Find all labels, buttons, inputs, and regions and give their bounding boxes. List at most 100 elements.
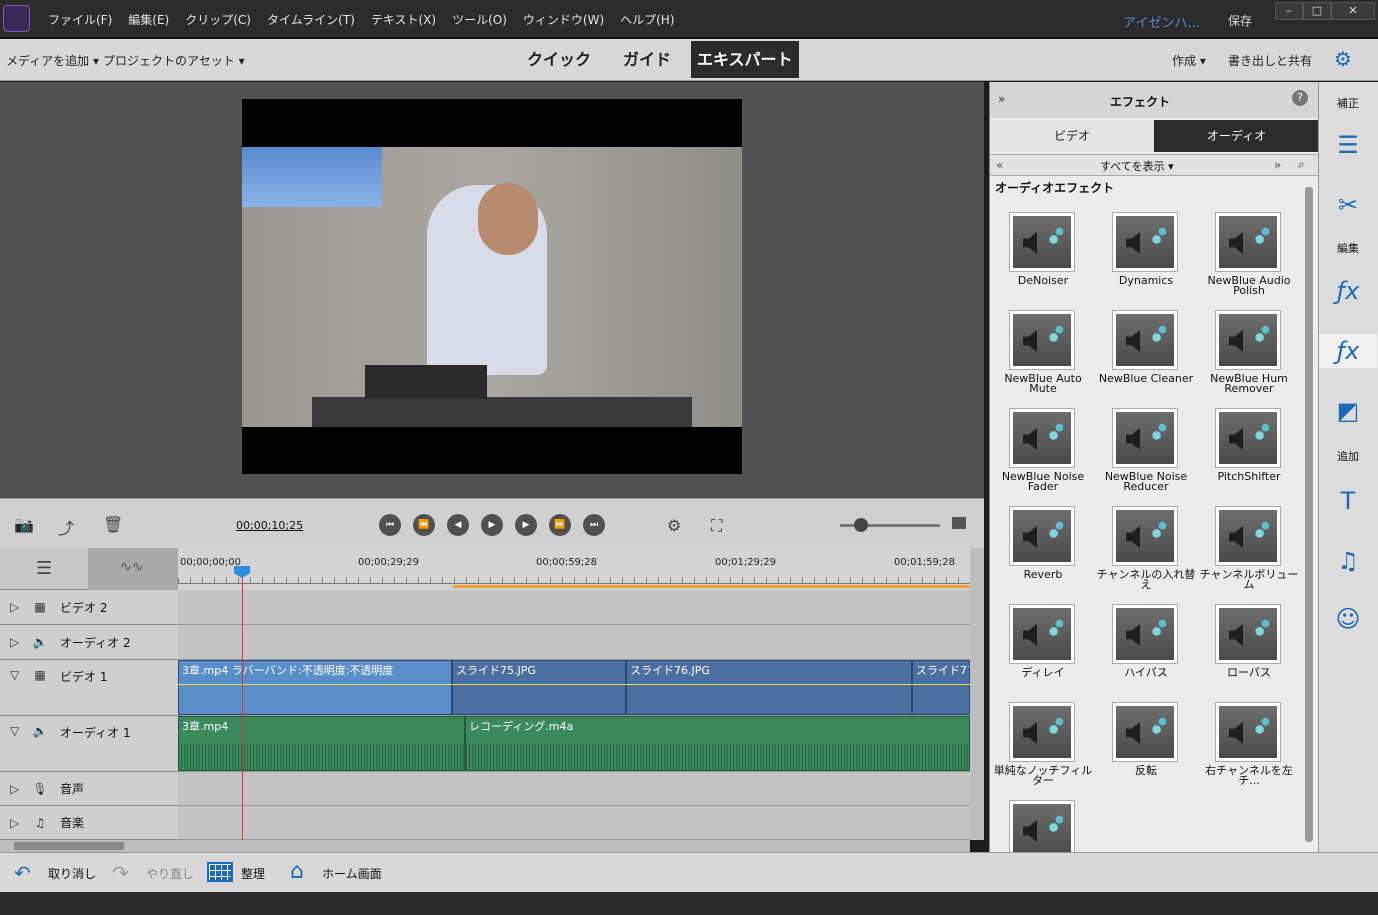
timeline-horizontal-scrollbar[interactable]: [0, 840, 970, 852]
clip-slide-77[interactable]: スライド77.J: [912, 660, 970, 715]
next-icon[interactable]: »: [1274, 158, 1281, 172]
track-audio-1[interactable]: ▽ 🔈 オーディオ 1: [0, 716, 178, 772]
lane-audio-1[interactable]: 3章.mp4 レコーディング.m4a: [178, 716, 970, 772]
lane-music[interactable]: [178, 806, 970, 840]
playhead[interactable]: [242, 566, 243, 840]
tab-video-effects[interactable]: ビデオ: [990, 120, 1154, 152]
graphics-icon[interactable]: ☺: [1331, 602, 1365, 636]
add-media-button[interactable]: メディアを追加 ▾: [6, 52, 99, 69]
lane-narration[interactable]: [178, 772, 970, 806]
timecode[interactable]: 00;00;10;25: [236, 519, 303, 532]
track-video-1[interactable]: ▽ ▦ ビデオ 1: [0, 660, 178, 716]
video-frame[interactable]: [242, 99, 742, 474]
menu-clip[interactable]: クリップ(C): [185, 11, 251, 28]
effect-item[interactable]: NewBlue Cleaner: [1094, 298, 1198, 396]
effect-item[interactable]: Dynamics: [1094, 200, 1198, 298]
menu-tools[interactable]: ツール(O): [452, 11, 507, 28]
collapse-icon[interactable]: ▽: [10, 724, 24, 738]
menu-file[interactable]: ファイル(F): [48, 11, 112, 28]
prev-icon[interactable]: «: [996, 158, 1003, 172]
track-audio-2[interactable]: ▷ 🔈 オーディオ 2: [0, 625, 178, 660]
clip-video-main[interactable]: 3章.mp4 ラバーバンド:不透明度:不透明度: [178, 660, 452, 715]
track-options-icon[interactable]: ☰: [36, 558, 52, 579]
effect-item[interactable]: Reverb: [991, 494, 1095, 592]
rotate-icon[interactable]: ⤴: [58, 515, 74, 539]
effect-item[interactable]: NewBlue Audio Polish: [1197, 200, 1301, 298]
effect-item[interactable]: NewBlue Hum Remover: [1197, 298, 1301, 396]
lane-audio-2[interactable]: [178, 625, 970, 660]
search-icon[interactable]: ⌕: [1298, 157, 1305, 172]
minimize-icon[interactable]: –: [1275, 2, 1303, 20]
tab-quick[interactable]: クイック: [521, 41, 597, 78]
effect-item[interactable]: 右チャンネルを左チ...: [1197, 690, 1301, 788]
play-icon[interactable]: ▶: [481, 514, 503, 536]
expand-icon[interactable]: ▷: [10, 816, 24, 830]
track-music[interactable]: ▷ ♫ 音楽: [0, 806, 178, 840]
lane-video-2[interactable]: [178, 590, 970, 625]
effect-item[interactable]: ローパス: [1197, 592, 1301, 690]
render-icon[interactable]: ⚙: [667, 516, 681, 535]
menu-help[interactable]: ヘルプ(H): [620, 11, 674, 28]
expand-icon[interactable]: ▷: [10, 635, 24, 649]
tab-audio-effects[interactable]: オーディオ: [1154, 120, 1319, 152]
tab-expert[interactable]: エキスパート: [691, 41, 799, 78]
step-back-icon[interactable]: ◀: [447, 514, 469, 536]
organizer-button[interactable]: 整理: [241, 865, 265, 882]
project-assets-button[interactable]: プロジェクトのアセット ▾: [103, 52, 245, 69]
zoom-slider-thumb[interactable]: [854, 518, 868, 532]
go-to-end-icon[interactable]: ⏭: [583, 514, 605, 536]
audio-waveform-toggle[interactable]: ∿∿: [88, 548, 178, 590]
step-forward-icon[interactable]: ▶: [515, 514, 537, 536]
clip-slide-76[interactable]: スライド76.JPG: [626, 660, 912, 715]
music-icon[interactable]: ♫: [1331, 544, 1365, 578]
redo-icon[interactable]: ↷: [112, 861, 129, 885]
effect-item[interactable]: NewBlue Auto Mute: [991, 298, 1095, 396]
effect-item[interactable]: ハイパス: [1094, 592, 1198, 690]
menu-edit[interactable]: 編集(E): [128, 11, 169, 28]
user-name[interactable]: アイゼンハ...: [1123, 12, 1200, 31]
maximize-icon[interactable]: □: [1303, 2, 1331, 20]
trash-icon[interactable]: 🗑: [103, 515, 123, 534]
collapse-icon[interactable]: ▽: [10, 668, 24, 682]
effect-item[interactable]: ディレイ: [991, 592, 1095, 690]
effects-filter-dropdown[interactable]: すべてを表示 ▾: [1100, 158, 1174, 174]
help-icon[interactable]: ?: [1292, 90, 1308, 106]
create-button[interactable]: 作成 ▾: [1172, 52, 1206, 69]
effects-scrollbar[interactable]: [1305, 187, 1313, 842]
effect-item[interactable]: チャンネルの入れ替え: [1094, 494, 1198, 592]
effect-item[interactable]: [991, 788, 1095, 852]
export-share-button[interactable]: 書き出しと共有: [1228, 52, 1312, 69]
close-icon[interactable]: ✕: [1331, 2, 1375, 20]
effect-item[interactable]: 単純なノッチフィルター: [991, 690, 1095, 788]
redo-button[interactable]: やり直し: [146, 865, 194, 882]
transitions-icon[interactable]: ◩: [1331, 394, 1365, 428]
fast-forward-icon[interactable]: ⏩: [549, 514, 571, 536]
rewind-icon[interactable]: ⏪: [413, 514, 435, 536]
save-button[interactable]: 保存: [1228, 12, 1252, 29]
effects-icon[interactable]: ƒx: [1319, 334, 1377, 368]
zoom-in-icon[interactable]: [952, 517, 966, 529]
undo-button[interactable]: 取り消し: [48, 865, 96, 882]
clip-slide-75[interactable]: スライド75.JPG: [452, 660, 626, 715]
effect-item[interactable]: PitchShifter: [1197, 396, 1301, 494]
go-to-start-icon[interactable]: ⏮: [379, 514, 401, 536]
expand-icon[interactable]: ▷: [10, 782, 24, 796]
expand-icon[interactable]: ▷: [10, 600, 24, 614]
timeline-tracks[interactable]: 3章.mp4 ラバーバンド:不透明度:不透明度 スライド75.JPG スライド7…: [178, 590, 970, 840]
tab-guided[interactable]: ガイド: [617, 41, 677, 78]
undo-icon[interactable]: ↶: [14, 861, 31, 885]
adjustments-icon[interactable]: ☰: [1331, 128, 1365, 162]
timeline-ruler[interactable]: 00;00;00;00 00;00;29;29 00;00;59;28 00;0…: [178, 548, 970, 590]
menu-text[interactable]: テキスト(X): [371, 11, 436, 28]
effect-item[interactable]: チャンネルボリューム: [1197, 494, 1301, 592]
scroll-thumb[interactable]: [14, 842, 124, 850]
timeline-vertical-scrollbar[interactable]: [970, 548, 984, 840]
menu-window[interactable]: ウィンドウ(W): [523, 11, 604, 28]
lane-video-1[interactable]: 3章.mp4 ラバーバンド:不透明度:不透明度 スライド75.JPG スライド7…: [178, 660, 970, 716]
home-icon[interactable]: ⌂: [290, 859, 304, 884]
track-video-2[interactable]: ▷ ▦ ビデオ 2: [0, 590, 178, 625]
gear-icon[interactable]: ⚙: [1334, 47, 1352, 71]
tools-icon[interactable]: ✂: [1331, 188, 1365, 222]
effect-item[interactable]: 反転: [1094, 690, 1198, 788]
effect-item[interactable]: DeNoiser: [991, 200, 1095, 298]
